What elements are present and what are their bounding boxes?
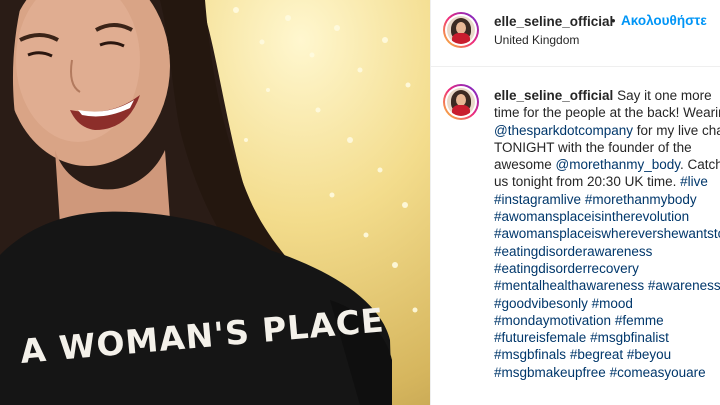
hashtag-link[interactable]: #eatingdisorderrecovery xyxy=(494,261,639,276)
post-photo[interactable]: A WOMAN'S PLACE xyxy=(0,0,430,405)
hashtag-link[interactable]: #msgbmakeupfree xyxy=(494,365,606,380)
separator-dot: • xyxy=(611,13,616,28)
hashtag-link[interactable]: #mondaymotivation xyxy=(494,313,611,328)
avatar-picture xyxy=(447,16,475,44)
hashtag-link[interactable]: #femme xyxy=(615,313,664,328)
mention-link[interactable]: @morethanmy_body xyxy=(556,157,681,172)
hashtag-link[interactable]: #begreat xyxy=(570,347,623,362)
location-link[interactable]: United Kingdom xyxy=(494,33,579,47)
caption-text: elle_seline_official Say it one more tim… xyxy=(494,87,720,381)
header-username[interactable]: elle_seline_official xyxy=(494,14,613,29)
post-header: elle_seline_official • Ακολουθήστε Unite… xyxy=(431,0,720,67)
hashtag-link[interactable]: #beyou xyxy=(627,347,671,362)
hashtag-link[interactable]: #msgbfinalist xyxy=(590,330,669,345)
hashtag-link[interactable]: #awomansplaceisintherevolution xyxy=(494,209,689,224)
hashtag-link[interactable]: #futureisfemale xyxy=(494,330,586,345)
mention-link[interactable]: @thesparkdotcompany xyxy=(494,123,633,138)
hashtag-link[interactable]: #instagramlive xyxy=(494,192,581,207)
hashtag-link[interactable]: #live xyxy=(680,174,708,189)
post-side-panel: elle_seline_official • Ακολουθήστε Unite… xyxy=(430,0,720,405)
hashtag-link[interactable]: #mentalhealthawareness xyxy=(494,278,644,293)
hashtag-link[interactable]: #morethanmybody xyxy=(585,192,697,207)
caption-username[interactable]: elle_seline_official xyxy=(494,88,613,103)
avatar-picture xyxy=(447,88,475,116)
hashtag-link[interactable]: #eatingdisorderawareness xyxy=(494,244,652,259)
profile-avatar-icon[interactable] xyxy=(443,84,479,120)
hashtag-link[interactable]: #goodvibesonly xyxy=(494,296,588,311)
avatar-ring xyxy=(445,86,477,118)
avatar-ring xyxy=(445,14,477,46)
follow-button[interactable]: Ακολουθήστε xyxy=(621,13,707,28)
hashtag-link[interactable]: #awareness xyxy=(648,278,720,293)
profile-avatar-icon[interactable] xyxy=(443,12,479,48)
hashtag-link[interactable]: #comeasyouare xyxy=(610,365,706,380)
hashtag-link[interactable]: #msgbfinals xyxy=(494,347,566,362)
hashtag-link[interactable]: #mood xyxy=(592,296,633,311)
hashtag-link[interactable]: #awomansplaceiswherevershewantstobe xyxy=(494,226,720,241)
